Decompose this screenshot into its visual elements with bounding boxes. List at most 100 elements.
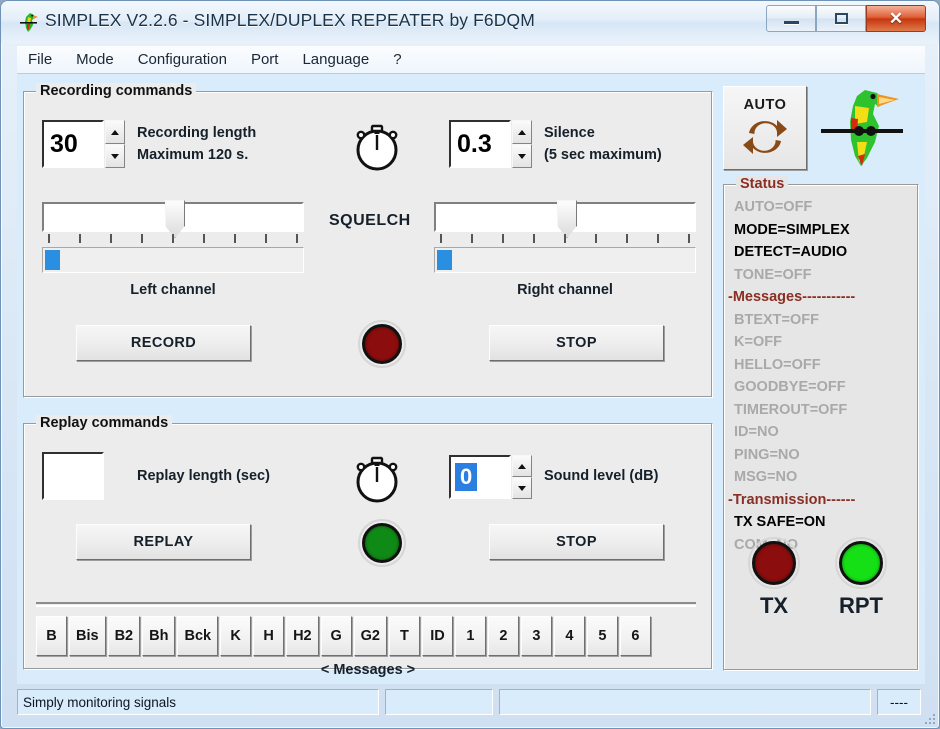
right-slider-ticks bbox=[434, 234, 696, 244]
status-message-panel: Simply monitoring signals bbox=[17, 689, 379, 715]
status-line-13: -Transmission------ bbox=[728, 491, 856, 508]
close-glyph: ✕ bbox=[888, 8, 904, 28]
replay-length-input[interactable] bbox=[42, 452, 104, 500]
status-panel-3 bbox=[499, 689, 871, 715]
chevron-down-icon bbox=[518, 485, 526, 491]
sound-level-input[interactable]: 0 bbox=[449, 455, 511, 499]
status-line-14: TX SAFE=ON bbox=[734, 514, 826, 530]
rpt-led bbox=[839, 541, 883, 585]
chevron-down-icon bbox=[518, 153, 526, 159]
replay-button[interactable]: REPLAY bbox=[76, 524, 251, 560]
recording-length-label-line2: Maximum 120 s. bbox=[137, 147, 249, 163]
recording-commands-group: Recording commands 30 Recording length M… bbox=[23, 83, 713, 398]
chevron-up-icon bbox=[111, 129, 119, 135]
message-button-k[interactable]: K bbox=[220, 616, 252, 656]
menu-item-language[interactable]: Language bbox=[291, 49, 380, 70]
status-line-7: HELLO=OFF bbox=[734, 356, 821, 373]
status-line-0: AUTO=OFF bbox=[734, 199, 813, 215]
silence-input[interactable]: 0.3 bbox=[449, 120, 511, 168]
sound-level-label: Sound level (dB) bbox=[544, 468, 659, 484]
message-button-bck[interactable]: Bck bbox=[177, 616, 219, 656]
message-button-bh[interactable]: Bh bbox=[142, 616, 176, 656]
rpt-label: RPT bbox=[839, 593, 883, 618]
left-squelch-slider[interactable] bbox=[42, 200, 304, 238]
record-stop-button[interactable]: STOP bbox=[489, 325, 664, 361]
status-line-4: -Messages----------- bbox=[728, 289, 856, 305]
recording-length-up-button[interactable] bbox=[105, 120, 125, 144]
minimize-button[interactable] bbox=[766, 5, 816, 32]
message-button-1[interactable]: 1 bbox=[454, 616, 486, 656]
status-line-11: PING=NO bbox=[734, 446, 800, 463]
message-button-5[interactable]: 5 bbox=[586, 616, 618, 656]
recording-length-spin-buttons[interactable] bbox=[105, 120, 125, 168]
silence-spin-buttons[interactable] bbox=[512, 120, 532, 168]
message-button-h2[interactable]: H2 bbox=[286, 616, 319, 656]
message-button-g[interactable]: G bbox=[320, 616, 352, 656]
menu-item-port[interactable]: Port bbox=[240, 49, 290, 70]
message-button-g2[interactable]: G2 bbox=[353, 616, 387, 656]
replay-stop-button[interactable]: STOP bbox=[489, 524, 664, 560]
status-line-5: BTEXT=OFF bbox=[734, 311, 819, 328]
menu-item-configuration[interactable]: Configuration bbox=[127, 49, 238, 70]
message-button-6[interactable]: 6 bbox=[619, 616, 651, 656]
sound-level-spin-buttons[interactable] bbox=[512, 455, 532, 499]
replay-group-title: Replay commands bbox=[36, 415, 173, 431]
status-line-9: TIMEROUT=OFF bbox=[734, 401, 848, 418]
sound-level-down-button[interactable] bbox=[512, 477, 532, 499]
status-bar: Simply monitoring signals ---- bbox=[17, 687, 925, 717]
message-button-id[interactable]: ID bbox=[421, 616, 453, 656]
recording-group-title: Recording commands bbox=[36, 83, 197, 99]
message-button-bis[interactable]: Bis bbox=[69, 616, 106, 656]
replay-led bbox=[362, 523, 402, 563]
client-area: Recording commands 30 Recording length M… bbox=[17, 74, 925, 684]
title-bar[interactable]: SIMPLEX V2.2.6 - SIMPLEX/DUPLEX REPEATER… bbox=[1, 1, 939, 43]
parrot-icon bbox=[20, 13, 38, 32]
stopwatch-icon bbox=[356, 456, 398, 503]
right-channel-meter bbox=[434, 247, 696, 273]
silence-up-button[interactable] bbox=[512, 120, 532, 144]
right-channel-label: Right channel bbox=[517, 282, 613, 298]
sound-level-stepper[interactable]: 0 bbox=[449, 455, 532, 499]
right-squelch-thumb[interactable] bbox=[557, 200, 577, 238]
left-slider-ticks bbox=[42, 234, 304, 244]
message-button-h[interactable]: H bbox=[253, 616, 285, 656]
recording-length-input[interactable]: 30 bbox=[42, 120, 104, 168]
minimize-icon bbox=[767, 6, 815, 31]
left-squelch-thumb[interactable] bbox=[165, 200, 185, 238]
recording-length-stepper[interactable]: 30 bbox=[42, 120, 125, 168]
right-channel-meter-fill bbox=[437, 250, 453, 270]
menu-bar: File Mode Configuration Port Language ? bbox=[17, 46, 925, 74]
right-squelch-slider[interactable] bbox=[434, 200, 696, 238]
maximize-icon bbox=[817, 6, 865, 31]
left-channel-meter-fill bbox=[45, 250, 61, 270]
close-button[interactable]: ✕ bbox=[866, 5, 926, 32]
messages-caption: < Messages > bbox=[320, 662, 416, 678]
recording-length-label-line1: Recording length bbox=[137, 125, 257, 141]
menu-item-help[interactable]: ? bbox=[382, 49, 412, 70]
message-button-b[interactable]: B bbox=[36, 616, 67, 656]
status-line-2: DETECT=AUDIO bbox=[734, 244, 848, 260]
chevron-down-icon bbox=[111, 153, 119, 159]
message-button-4[interactable]: 4 bbox=[553, 616, 585, 656]
message-button-t[interactable]: T bbox=[388, 616, 420, 656]
recording-length-down-button[interactable] bbox=[105, 144, 125, 168]
menu-item-file[interactable]: File bbox=[17, 49, 63, 70]
silence-label-line1: Silence bbox=[544, 125, 595, 141]
maximize-button[interactable] bbox=[816, 5, 866, 32]
sound-level-up-button[interactable] bbox=[512, 455, 532, 477]
resize-grip[interactable] bbox=[923, 712, 937, 726]
replay-commands-group: Replay commands Replay length (sec) 0 So… bbox=[23, 415, 713, 678]
close-icon: ✕ bbox=[867, 6, 925, 31]
message-button-2[interactable]: 2 bbox=[487, 616, 519, 656]
message-button-3[interactable]: 3 bbox=[520, 616, 552, 656]
silence-down-button[interactable] bbox=[512, 144, 532, 168]
auto-button[interactable]: AUTO bbox=[723, 86, 807, 170]
chevron-up-icon bbox=[518, 463, 526, 469]
sound-level-value: 0 bbox=[455, 463, 478, 491]
status-line-1: MODE=SIMPLEX bbox=[734, 221, 850, 238]
silence-stepper[interactable]: 0.3 bbox=[449, 120, 532, 168]
menu-item-mode[interactable]: Mode bbox=[65, 49, 125, 70]
message-button-b2[interactable]: B2 bbox=[107, 616, 141, 656]
record-button[interactable]: RECORD bbox=[76, 325, 251, 361]
status-line-12: MSG=NO bbox=[734, 469, 798, 485]
